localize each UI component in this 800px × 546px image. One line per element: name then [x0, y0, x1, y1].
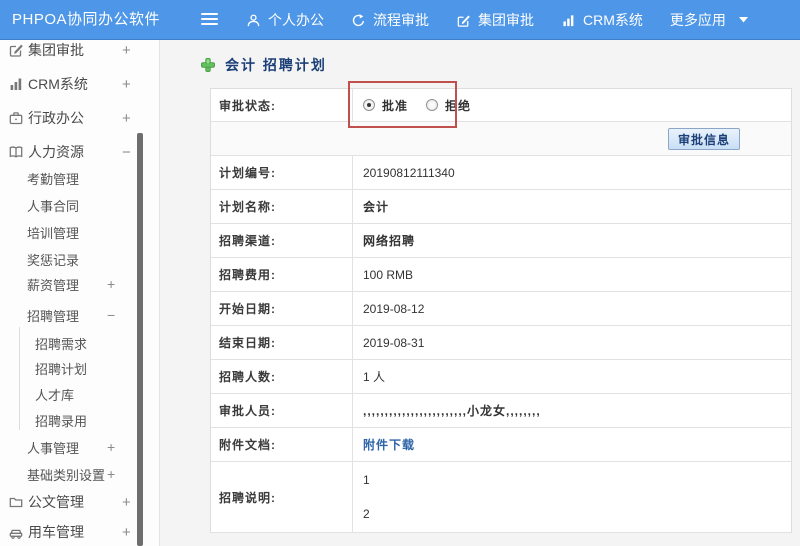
recruit-channel-value: 网络招聘	[363, 234, 416, 248]
headcount-value: 1 人	[363, 370, 386, 384]
person-icon	[247, 14, 260, 26]
sidebar-item-base-category-settings[interactable]: 基础类别设置 +	[0, 462, 160, 486]
sidebar-item-group-approval[interactable]: 集团审批 +	[0, 38, 160, 62]
radio-reject[interactable]	[426, 99, 439, 111]
document-icon	[9, 497, 23, 508]
sidebar-scrollbar[interactable]	[137, 133, 143, 546]
sidebar-item-recruitment-mgmt[interactable]: 招聘管理 −	[0, 303, 160, 327]
expand-icon[interactable]: +	[107, 276, 115, 292]
sidebar-item-salary[interactable]: 薪资管理 +	[0, 272, 160, 296]
approvers-value: ,,,,,,,,,,,,,,,,,,,,,,,,小龙女,,,,,,,,	[363, 404, 541, 418]
recruit-cost-value: 100 RMB	[363, 267, 414, 282]
main-content: 会计 招聘计划 审批状态: 批准 拒绝 审批信息 计划编号: 201908121…	[160, 40, 800, 546]
sidebar-item-hr-contract[interactable]: 人事合同	[0, 193, 160, 217]
plan-number-value: 20190812111340	[363, 165, 455, 180]
sidebar-item-recruit-hire[interactable]: 招聘录用	[0, 408, 160, 432]
expand-icon[interactable]: +	[107, 466, 115, 482]
table-row-recruit-channel: 招聘渠道: 网络招聘	[211, 224, 791, 258]
sidebar-item-admin-office[interactable]: 行政办公 +	[0, 106, 160, 130]
briefcase-icon	[9, 112, 23, 125]
sidebar-item-personnel-mgmt[interactable]: 人事管理 +	[0, 435, 160, 459]
table-row-recruit-cost: 招聘费用: 100 RMB	[211, 258, 791, 292]
nav-personal-office[interactable]: 个人办公	[246, 10, 324, 30]
table-row-attachment: 附件文档: 附件下载	[211, 428, 791, 462]
plan-name-value: 会计	[363, 200, 390, 214]
radio-approve[interactable]	[363, 99, 375, 111]
expand-icon[interactable]: +	[122, 76, 131, 93]
bar-chart-icon	[10, 78, 22, 90]
approval-status-row: 审批状态: 批准 拒绝	[211, 89, 791, 122]
approval-radio-group: 批准 拒绝	[363, 97, 489, 114]
nav-crm-system[interactable]: CRM系统	[561, 10, 643, 30]
edit-icon	[457, 14, 470, 27]
nav-workflow-approval[interactable]: 流程审批	[351, 10, 429, 30]
attachment-download-link[interactable]: 附件下载	[363, 436, 415, 453]
table-row-headcount: 招聘人数: 1 人	[211, 360, 791, 394]
page-title: 会计 招聘计划	[225, 57, 327, 73]
table-row-plan-name: 计划名称: 会计	[211, 190, 791, 224]
caret-down-icon	[738, 17, 748, 23]
nav-more-apps[interactable]: 更多应用	[670, 10, 755, 30]
table-row-plan-number: 计划编号: 20190812111340	[211, 156, 791, 190]
top-header-bar: PHPOA协同办公软件 个人办公 流程审批 集团审批 CRM系统 更多应用	[0, 0, 800, 40]
table-row-recruit-description: 招聘说明: 1 2	[211, 462, 791, 533]
hamburger-menu-icon[interactable]	[201, 13, 218, 27]
car-icon	[9, 529, 23, 539]
expand-icon[interactable]: +	[122, 524, 131, 541]
recruit-description-value: 1 2	[363, 473, 370, 521]
radio-approve-label: 批准	[382, 98, 409, 113]
book-icon	[9, 146, 23, 158]
expand-icon[interactable]: +	[107, 439, 115, 455]
approval-status-label: 审批状态:	[211, 89, 353, 121]
bar-chart-icon	[563, 14, 574, 26]
expand-icon[interactable]: +	[122, 110, 131, 127]
sidebar-item-recruit-demand[interactable]: 招聘需求	[0, 331, 160, 355]
end-date-value: 2019-08-31	[363, 335, 425, 350]
recruitment-plan-form: 审批状态: 批准 拒绝 审批信息 计划编号: 20190812111340 计划…	[210, 88, 792, 533]
approval-info-row: 审批信息	[211, 122, 791, 156]
page-title-row: 会计 招聘计划	[200, 55, 327, 75]
radio-reject-label: 拒绝	[445, 98, 472, 113]
app-logo: PHPOA协同办公软件	[12, 11, 161, 28]
expand-icon[interactable]: +	[122, 494, 131, 511]
sidebar-item-vehicle-mgmt[interactable]: 用车管理 +	[0, 520, 160, 544]
sidebar-item-crm[interactable]: CRM系统 +	[0, 72, 160, 96]
collapse-icon[interactable]: −	[107, 307, 115, 323]
nav-group-approval[interactable]: 集团审批	[456, 10, 534, 30]
sidebar-item-training[interactable]: 培训管理	[0, 220, 160, 244]
sidebar-item-attendance[interactable]: 考勤管理	[0, 166, 160, 190]
edit-square-icon	[9, 44, 23, 57]
sidebar-item-official-docs[interactable]: 公文管理 +	[0, 490, 160, 514]
expand-icon[interactable]: +	[122, 42, 131, 59]
history-icon	[352, 13, 365, 26]
table-row-end-date: 结束日期: 2019-08-31	[211, 326, 791, 360]
table-row-start-date: 开始日期: 2019-08-12	[211, 292, 791, 326]
table-row-approvers: 审批人员: ,,,,,,,,,,,,,,,,,,,,,,,,小龙女,,,,,,,…	[211, 394, 791, 428]
sidebar-item-recruit-plan[interactable]: 招聘计划	[0, 356, 160, 380]
sidebar-item-rewards-records[interactable]: 奖惩记录	[0, 247, 160, 271]
sidebar: 集团审批 + CRM系统 + 行政办公 + 人力资源 − 考勤管理 人事合同 培…	[0, 40, 160, 546]
sidebar-item-talent-pool[interactable]: 人才库	[0, 382, 160, 406]
collapse-icon[interactable]: −	[122, 144, 131, 161]
sidebar-item-human-resources[interactable]: 人力资源 −	[0, 140, 160, 164]
approval-info-button[interactable]: 审批信息	[668, 128, 740, 150]
top-navigation: 个人办公 流程审批 集团审批 CRM系统 更多应用	[246, 0, 782, 40]
start-date-value: 2019-08-12	[363, 301, 425, 316]
add-plus-icon[interactable]	[200, 57, 216, 73]
